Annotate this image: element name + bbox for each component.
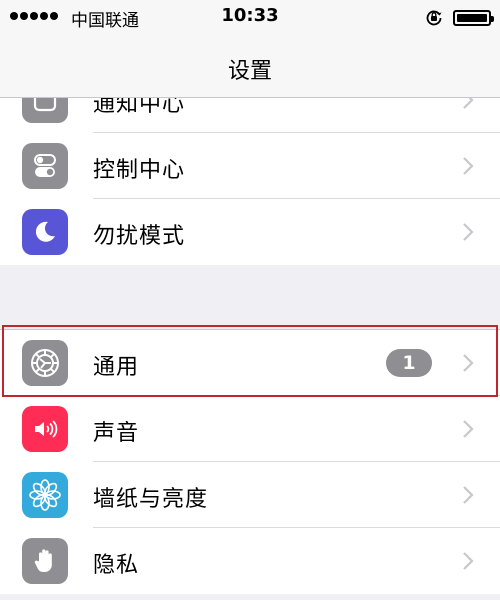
hand-icon xyxy=(22,538,68,584)
settings-item-general[interactable]: 通用 1 xyxy=(0,330,500,396)
settings-item-sounds[interactable]: 声音 xyxy=(0,396,500,462)
settings-group-2: 通用 1 声音 墙纸与亮度 隐私 xyxy=(0,329,500,594)
settings-item-do-not-disturb[interactable]: 勿扰模式 xyxy=(0,199,500,265)
settings-item-control-center[interactable]: 控制中心 xyxy=(0,133,500,199)
notification-center-icon xyxy=(22,98,68,123)
navigation-bar: 设置 xyxy=(0,36,500,98)
chevron-right-icon xyxy=(463,223,474,241)
settings-item-label: 通用 xyxy=(93,355,140,380)
rotation-lock-icon xyxy=(426,10,442,26)
settings-item-label: 控制中心 xyxy=(93,158,186,183)
status-bar: 中国联通 10:33 xyxy=(0,0,500,36)
chevron-right-icon xyxy=(463,420,474,438)
speaker-icon xyxy=(22,406,68,452)
moon-icon xyxy=(22,209,68,255)
settings-list[interactable]: 通知中心 控制中心 勿扰模式 通用 1 声音 墙纸与亮度 隐私 xyxy=(0,98,500,600)
flower-icon xyxy=(22,472,68,518)
battery-icon xyxy=(453,10,494,26)
chevron-right-icon xyxy=(463,157,474,175)
settings-item-label: 通知中心 xyxy=(93,98,186,117)
settings-group-1: 通知中心 控制中心 勿扰模式 xyxy=(0,98,500,265)
settings-item-label: 隐私 xyxy=(93,553,140,578)
settings-item-label: 墙纸与亮度 xyxy=(93,487,209,512)
settings-item-notification-center[interactable]: 通知中心 xyxy=(0,98,500,133)
chevron-right-icon xyxy=(463,486,474,504)
chevron-right-icon xyxy=(463,552,474,570)
settings-item-label: 勿扰模式 xyxy=(93,224,186,249)
chevron-right-icon xyxy=(463,354,474,372)
gear-icon xyxy=(22,340,68,386)
settings-item-privacy[interactable]: 隐私 xyxy=(0,528,500,594)
page-title: 设置 xyxy=(227,59,272,84)
update-count-badge: 1 xyxy=(386,349,432,377)
settings-item-wallpaper-brightness[interactable]: 墙纸与亮度 xyxy=(0,462,500,528)
chevron-right-icon xyxy=(463,98,474,109)
settings-item-label: 声音 xyxy=(93,421,140,446)
control-center-icon xyxy=(22,143,68,189)
